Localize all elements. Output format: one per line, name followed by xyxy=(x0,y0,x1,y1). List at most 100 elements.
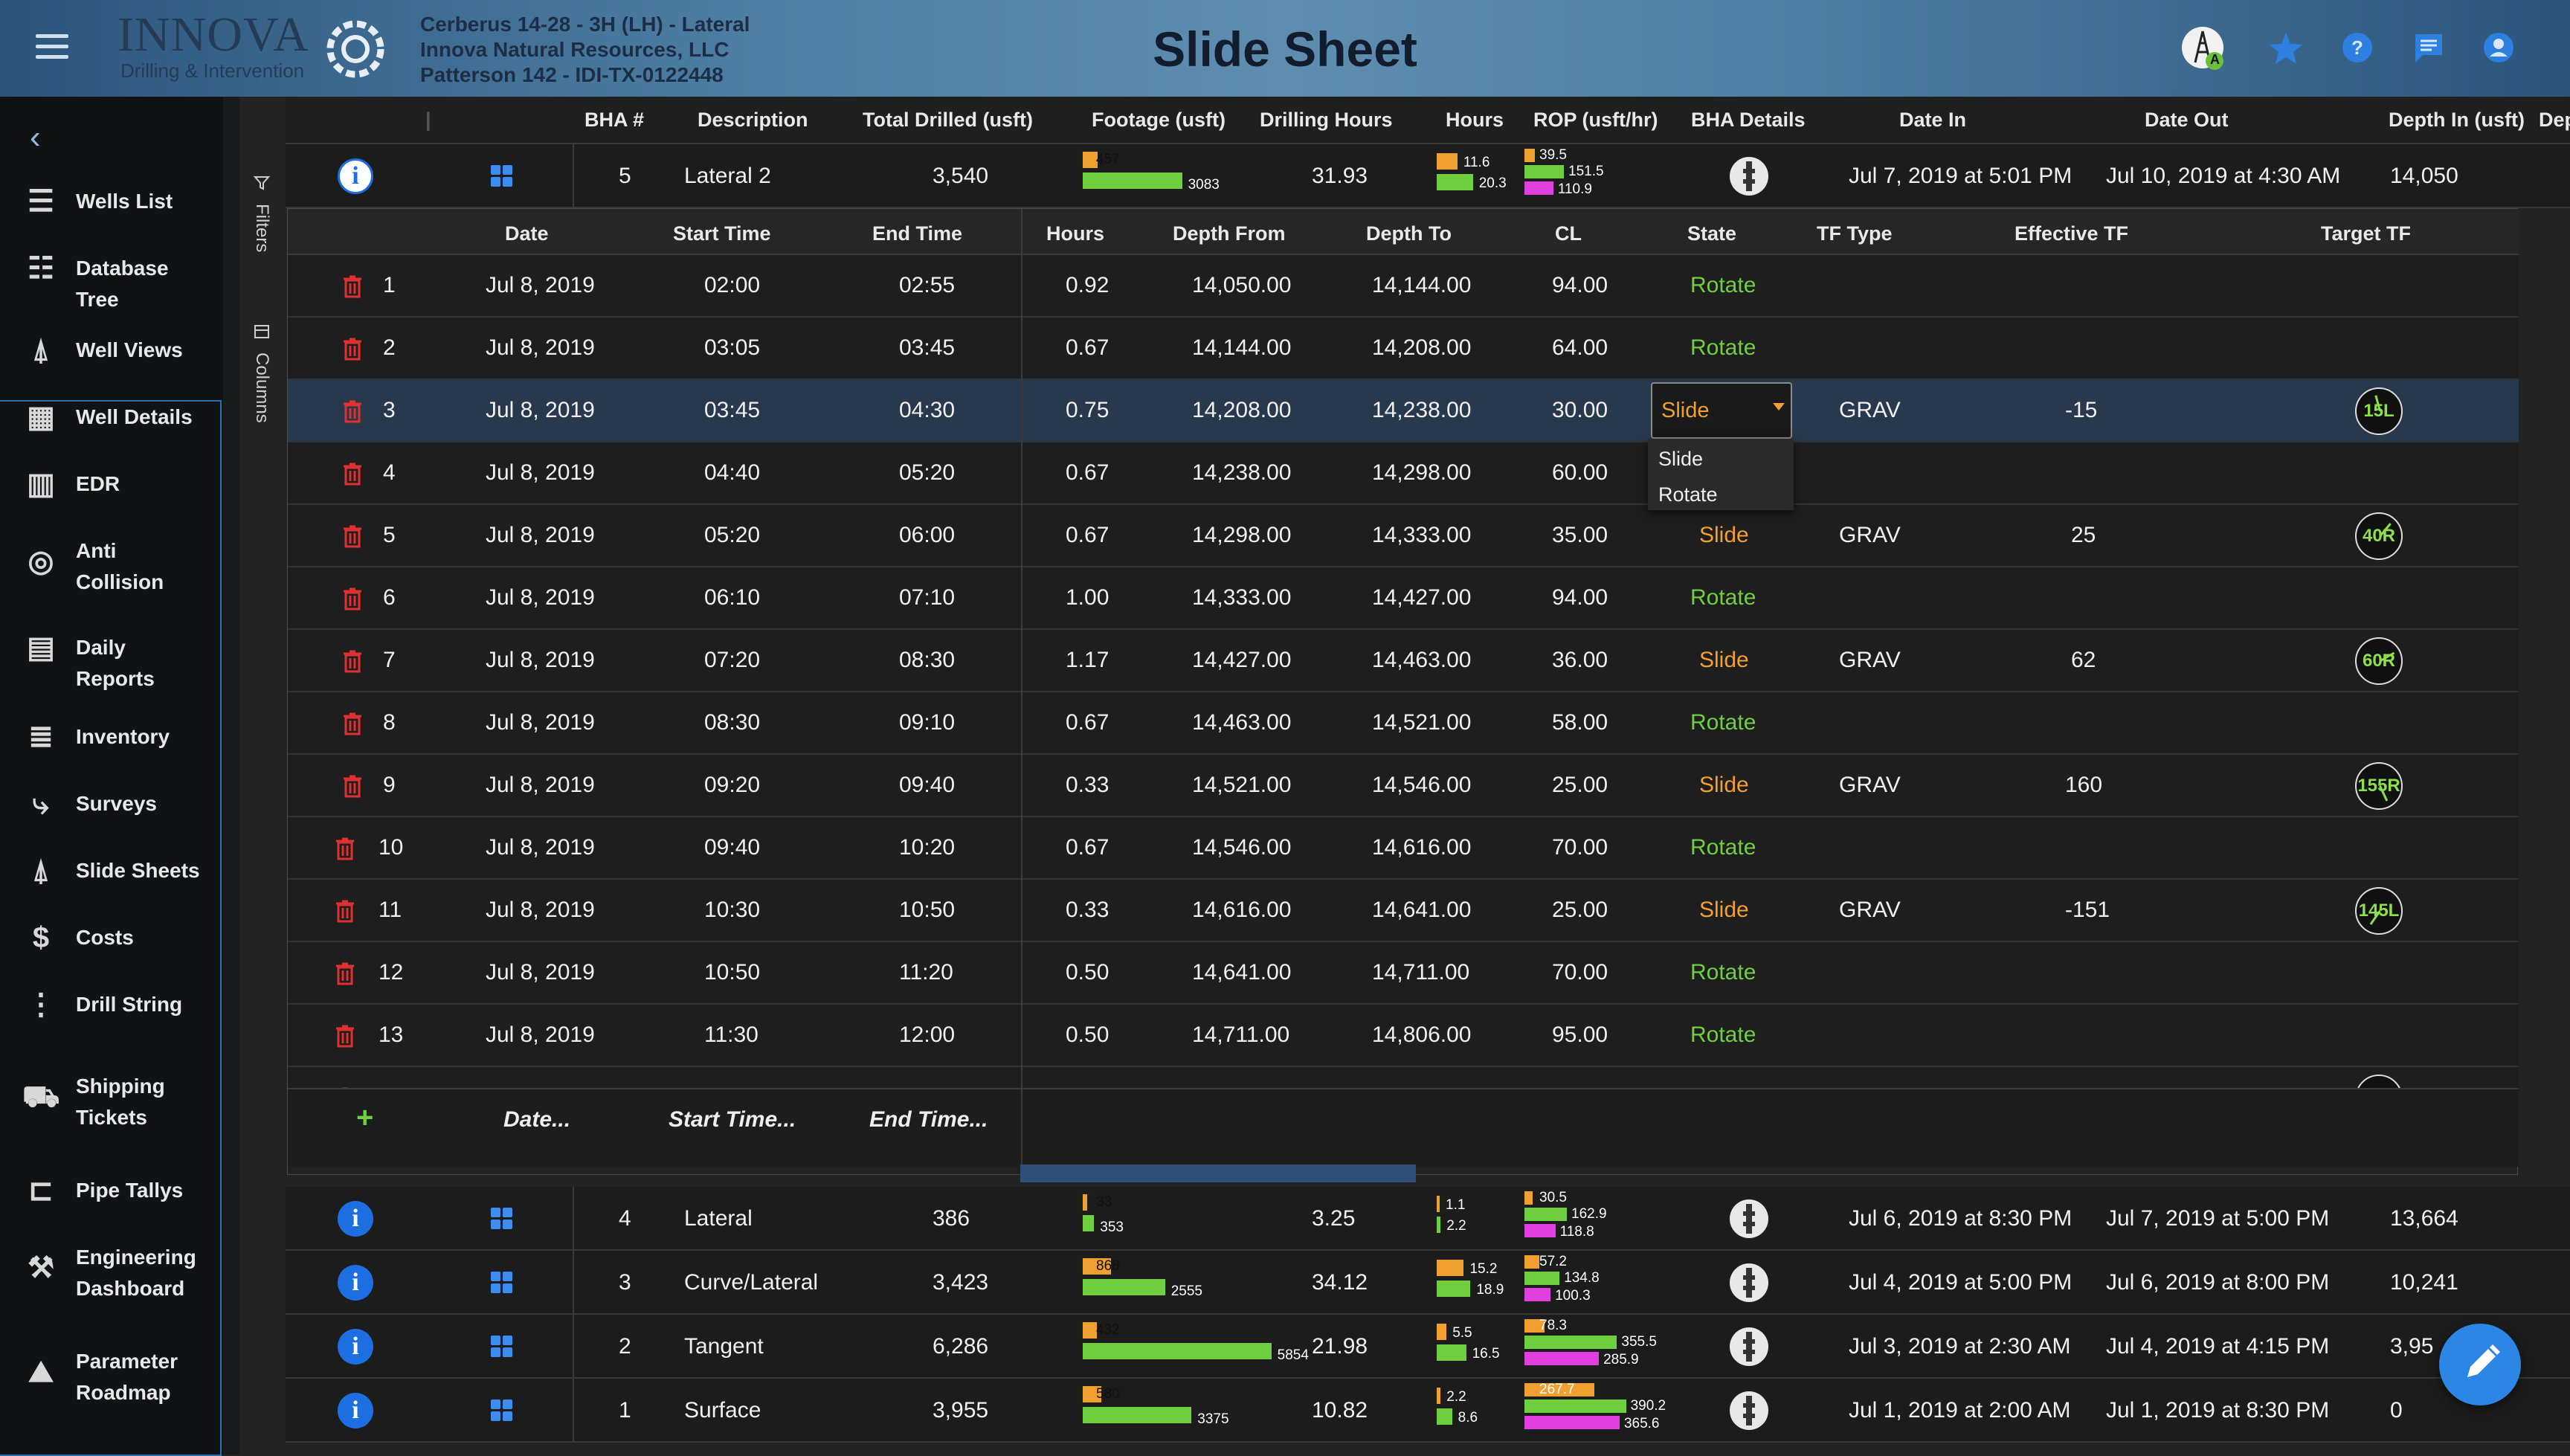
bha-col-header[interactable]: Footage (usft) xyxy=(1092,109,1226,132)
slide-row[interactable]: 5 Jul 8, 2019 05:20 06:00 0.67 14,298.00 14,33… xyxy=(288,505,2519,567)
slide-row[interactable]: 12 Jul 8, 2019 10:50 11:20 0.50 14,641.00 14,7… xyxy=(288,942,2519,1005)
bha-grid-icon[interactable] xyxy=(491,1399,513,1422)
bha-col-header[interactable]: BHA # xyxy=(584,109,644,132)
slide-col-header[interactable]: CL xyxy=(1555,222,1582,245)
delete-row-icon[interactable] xyxy=(335,961,355,985)
info-icon[interactable]: i xyxy=(338,1265,373,1301)
delete-row-icon[interactable] xyxy=(343,649,362,673)
slide-row[interactable]: 7 Jul 8, 2019 07:20 08:30 1.17 14,427.00 14,46… xyxy=(288,630,2519,692)
sidebar-item-well-details[interactable]: ▦ Well Details xyxy=(0,401,223,464)
slide-table-body[interactable]: 1 Jul 8, 2019 02:00 02:55 0.92 14,050.00 14,14… xyxy=(288,255,2519,1088)
bha-col-header[interactable]: ROP (usft/hr) xyxy=(1533,109,1658,132)
sidebar-item-shipping-tickets[interactable]: ⛟ Shipping Tickets xyxy=(0,1071,223,1133)
rig-avatar-icon[interactable]: A xyxy=(2180,25,2225,70)
slide-col-header[interactable]: Depth From xyxy=(1173,222,1286,245)
delete-row-icon[interactable] xyxy=(335,837,355,860)
bha-col-header[interactable]: Date In xyxy=(1899,109,1966,132)
slide-col-header[interactable]: State xyxy=(1687,222,1736,245)
slide-state[interactable]: Rotate xyxy=(1690,710,1756,735)
new-start-time-input[interactable]: Start Time... xyxy=(669,1107,796,1133)
delete-row-icon[interactable] xyxy=(343,337,362,361)
sidebar-item-costs[interactable]: $ Costs xyxy=(0,921,223,985)
delete-row-icon[interactable] xyxy=(335,1024,355,1048)
sidebar-item-daily-reports[interactable]: ▤ Daily Reports xyxy=(0,631,223,695)
delete-row-icon[interactable] xyxy=(343,587,362,611)
slide-row[interactable]: 1 Jul 8, 2019 02:00 02:55 0.92 14,050.00 14,14… xyxy=(288,255,2519,318)
bha-col-header[interactable]: Depth In (usft) xyxy=(2389,109,2525,132)
delete-row-icon[interactable] xyxy=(335,899,355,923)
slide-col-header[interactable]: End Time xyxy=(872,222,962,245)
bha-grid-icon[interactable] xyxy=(491,1336,513,1358)
slide-state[interactable]: Slide xyxy=(1699,648,1749,673)
bha-details-icon[interactable] xyxy=(1730,157,1768,196)
slide-state[interactable]: Rotate xyxy=(1690,585,1756,611)
sidebar-item-anti-collision[interactable]: ◎ Anti Collision xyxy=(0,535,223,598)
bha-row[interactable]: i 4 Lateral 386 33 353 3.25 1.1 2.2 30.5 162.9 118.… xyxy=(286,1187,2570,1251)
slide-row[interactable]: 4 Jul 8, 2019 04:40 05:20 0.67 14,238.00 14,29… xyxy=(288,442,2519,505)
info-icon[interactable]: i xyxy=(338,1329,373,1365)
slide-row[interactable]: 3 Jul 8, 2019 03:45 04:30 0.75 14,208.00 14,23… xyxy=(288,380,2519,442)
slide-state[interactable]: Rotate xyxy=(1690,835,1756,860)
new-date-input[interactable]: Date... xyxy=(503,1107,570,1133)
bha-row[interactable]: i 2 Tangent 6,286 432 5854 21.98 5.5 16.5 78.3 355… xyxy=(286,1315,2570,1379)
bha-row[interactable]: i 1 Surface 3,955 580 3375 10.82 2.2 8.6 267.7 390… xyxy=(286,1379,2570,1443)
state-option-rotate[interactable]: Rotate xyxy=(1658,483,1718,506)
sidebar-item-engineering-dashboard[interactable]: ⚒ Engineering Dashboard xyxy=(0,1242,223,1304)
bha-grid-icon[interactable] xyxy=(491,165,513,187)
sidebar-item-edr[interactable]: ▥ EDR xyxy=(0,468,223,531)
delete-row-icon[interactable] xyxy=(343,274,362,298)
sidebar-item-slide-sheets[interactable]: ⍋ Slide Sheets xyxy=(0,854,223,918)
delete-row-icon[interactable] xyxy=(343,774,362,798)
sidebar-item-surveys[interactable]: ⤷ Surveys xyxy=(0,787,223,851)
sidebar-item-wells-list[interactable]: ☰ Wells List xyxy=(0,185,223,248)
slide-row[interactable]: 14Jul 8, 201912:1013:000.8314,806.0014,8… xyxy=(288,1067,2519,1088)
bha-col-header[interactable]: Hours xyxy=(1446,109,1504,132)
bha-details-icon[interactable] xyxy=(1730,1327,1768,1366)
slide-col-header[interactable]: Effective TF xyxy=(2015,222,2128,245)
slide-col-header[interactable]: Hours xyxy=(1046,222,1104,245)
bha-col-header[interactable]: Description xyxy=(698,109,808,132)
slide-col-header[interactable]: Depth To xyxy=(1366,222,1452,245)
slide-state[interactable]: Slide xyxy=(1699,523,1749,548)
delete-row-icon[interactable] xyxy=(343,712,362,735)
bha-grid-icon[interactable] xyxy=(491,1272,513,1294)
bha-col-header[interactable]: Dep xyxy=(2539,109,2570,132)
bha-col-header[interactable]: Total Drilled (usft) xyxy=(863,109,1033,132)
sidebar-item-database-tree[interactable]: ☷ Database Tree xyxy=(0,252,223,315)
chat-icon[interactable] xyxy=(2406,25,2451,70)
bha-col-header[interactable]: Date Out xyxy=(2145,109,2229,132)
bha-grid-icon[interactable] xyxy=(491,1208,513,1230)
slide-row[interactable]: 9 Jul 8, 2019 09:20 09:40 0.33 14,521.00 14,54… xyxy=(288,755,2519,817)
star-icon[interactable] xyxy=(2264,25,2308,70)
bha-details-icon[interactable] xyxy=(1730,1391,1768,1430)
slide-row[interactable]: 8 Jul 8, 2019 08:30 09:10 0.67 14,463.00 14,52… xyxy=(288,692,2519,755)
sidebar-item-inventory[interactable]: ≣ Inventory xyxy=(0,721,223,784)
slide-row[interactable]: 6 Jul 8, 2019 06:10 07:10 1.00 14,333.00 14,42… xyxy=(288,567,2519,630)
delete-row-icon[interactable] xyxy=(343,462,362,486)
slide-state[interactable]: Rotate xyxy=(1690,273,1756,298)
delete-row-icon[interactable] xyxy=(343,524,362,548)
new-end-time-input[interactable]: End Time... xyxy=(869,1107,988,1133)
bha-details-icon[interactable] xyxy=(1730,1199,1768,1238)
slide-row[interactable]: 13 Jul 8, 2019 11:30 12:00 0.50 14,711.00 14,8… xyxy=(288,1005,2519,1067)
slide-state[interactable]: Rotate xyxy=(1690,1022,1756,1048)
horizontal-scrollbar-thumb[interactable] xyxy=(1020,1165,1416,1182)
slide-row[interactable]: 11 Jul 8, 2019 10:30 10:50 0.33 14,616.00 14,6… xyxy=(288,880,2519,942)
state-option-slide[interactable]: Slide xyxy=(1658,448,1703,471)
bha-details-icon[interactable] xyxy=(1730,1263,1768,1302)
sidebar-item-drill-string[interactable]: ⋮ Drill String xyxy=(0,988,223,1051)
sidebar-scrollbar[interactable] xyxy=(223,97,239,1455)
filters-tab[interactable]: Filters xyxy=(239,171,286,260)
slide-state[interactable]: Slide xyxy=(1699,773,1749,798)
slide-col-header[interactable]: Target TF xyxy=(2321,222,2411,245)
sidebar-item-parameter-roadmap[interactable]: ⛰ Parameter Roadmap xyxy=(0,1346,223,1408)
edit-fab-button[interactable] xyxy=(2439,1324,2521,1405)
columns-tab[interactable]: Columns xyxy=(239,320,286,439)
collapse-sidebar-icon[interactable]: ‹ xyxy=(30,119,41,156)
slide-state[interactable]: Rotate xyxy=(1690,960,1756,985)
info-icon[interactable]: i xyxy=(338,1393,373,1428)
slide-col-header[interactable]: Start Time xyxy=(673,222,771,245)
info-icon[interactable]: i xyxy=(338,158,373,194)
slide-col-header[interactable]: TF Type xyxy=(1817,222,1893,245)
account-icon[interactable] xyxy=(2476,25,2521,70)
